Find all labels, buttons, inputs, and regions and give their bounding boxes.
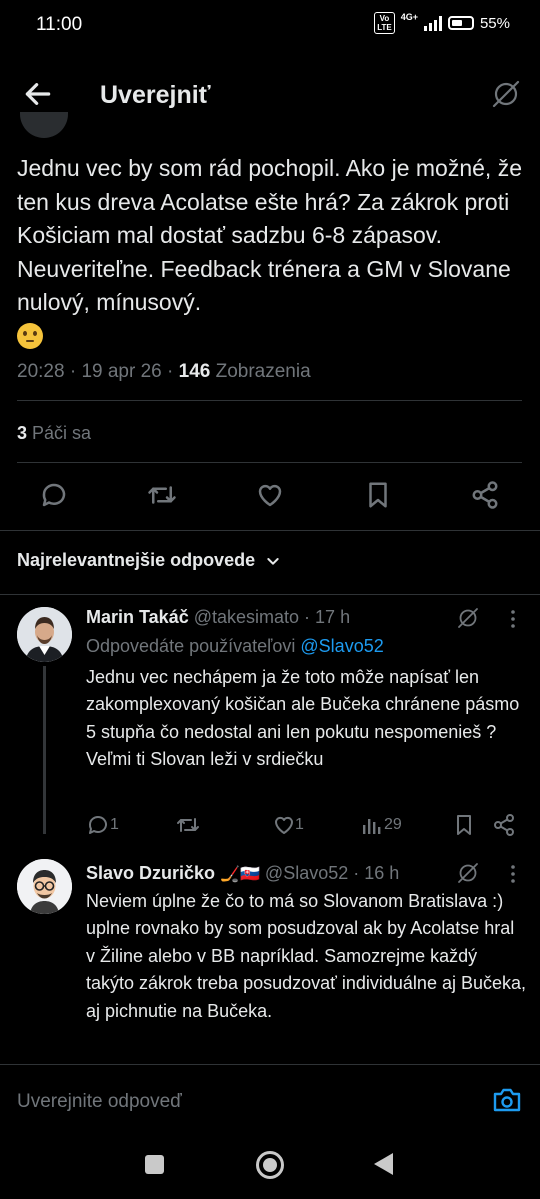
reply-header: Marin Takáč @takesimato · 17 h xyxy=(86,607,350,628)
tweet-date: 19 apr 26 xyxy=(81,361,162,382)
reply-item[interactable]: Marin Takáč @takesimato · 17 h Odpovedát… xyxy=(0,594,540,854)
status-time: 11:00 xyxy=(36,14,83,35)
battery-icon xyxy=(447,16,474,30)
battery-percent: 55% xyxy=(479,14,510,32)
network-type: 4G+ xyxy=(400,12,418,22)
divider xyxy=(17,400,522,401)
share-icon[interactable] xyxy=(492,813,516,837)
repost-icon[interactable] xyxy=(176,813,200,837)
signal-icon xyxy=(423,15,442,31)
grok-icon[interactable] xyxy=(456,861,480,885)
likes-count: 3 xyxy=(17,423,28,443)
like-icon[interactable] xyxy=(272,813,296,837)
share-icon[interactable] xyxy=(470,480,500,510)
page-title: Uverejniť xyxy=(100,81,211,109)
reply-icon[interactable] xyxy=(39,480,69,510)
bookmark-icon[interactable] xyxy=(363,480,393,510)
likes-summary[interactable]: 3 Páči sa xyxy=(17,423,91,444)
volte-icon: Vo LTE xyxy=(374,12,395,34)
views-icon[interactable] xyxy=(360,813,384,837)
reply-count: 1 xyxy=(110,816,119,833)
app-header: Uverejniť xyxy=(0,52,540,138)
replies-sort-dropdown[interactable]: Najrelevantnejšie odpovede xyxy=(17,550,281,571)
grok-icon[interactable] xyxy=(490,78,522,110)
tweet-body: Jednu vec by som rád pochopil. Ako je mo… xyxy=(17,155,523,315)
replying-to-handle[interactable]: @Slavo52 xyxy=(300,636,383,656)
status-bar: 11:00 Vo LTE 4G+ 55% xyxy=(0,0,540,52)
views-count: 146 xyxy=(178,361,211,382)
author-handle-time[interactable]: @Slavo52 · 16 h xyxy=(265,863,399,883)
views-count: 29 xyxy=(384,816,402,833)
author-name[interactable]: Slavo Dzuričko xyxy=(86,863,215,883)
reply-text: Neviem úplne že čo to má so Slovanom Bra… xyxy=(86,891,527,1021)
author-name[interactable]: Marin Takáč xyxy=(86,607,189,627)
reply-header: Slavo Dzuričko 🏒🇸🇰 @Slavo52 · 16 h xyxy=(86,863,399,884)
like-icon[interactable] xyxy=(255,480,285,510)
home-button[interactable] xyxy=(256,1151,284,1179)
bookmark-icon[interactable] xyxy=(452,813,476,837)
thread-connector-line xyxy=(43,666,46,834)
avatar[interactable] xyxy=(17,607,72,662)
reply-composer[interactable]: Uverejnite odpoveď xyxy=(0,1064,540,1128)
avatar[interactable] xyxy=(17,859,72,914)
reply-input-placeholder[interactable]: Uverejnite odpoveď xyxy=(17,1091,182,1113)
recents-button[interactable] xyxy=(145,1155,164,1174)
back-arrow-icon[interactable] xyxy=(22,78,54,110)
more-options-icon[interactable] xyxy=(501,862,525,886)
tweet-time: 20:28 xyxy=(17,361,65,382)
like-count: 1 xyxy=(295,816,304,833)
divider xyxy=(0,530,540,531)
chevron-down-icon xyxy=(267,557,279,565)
author-handle-time[interactable]: @takesimato · 17 h xyxy=(194,607,350,627)
author-name-emoji: 🏒🇸🇰 xyxy=(220,866,260,883)
tweet-meta: 20:28 · 19 apr 26 · 146 Zobrazenia xyxy=(17,361,311,382)
status-icons: Vo LTE 4G+ 55% xyxy=(374,12,510,34)
reply-icon[interactable] xyxy=(86,813,110,837)
tweet-text: Jednu vec by som rád pochopil. Ako je mo… xyxy=(17,152,527,353)
replying-prefix: Odpovedáte používateľovi xyxy=(86,636,296,656)
reply-item[interactable]: Slavo Dzuričko 🏒🇸🇰 @Slavo52 · 16 h Nevie… xyxy=(0,854,540,1064)
divider xyxy=(17,462,522,463)
author-avatar-peek[interactable] xyxy=(20,112,68,138)
likes-label: Páči sa xyxy=(32,423,92,443)
sort-label: Najrelevantnejšie odpovede xyxy=(17,550,256,570)
system-back-button[interactable] xyxy=(374,1153,393,1175)
repost-icon[interactable] xyxy=(147,480,177,510)
tweet-actions xyxy=(0,480,540,512)
camera-icon[interactable] xyxy=(492,1087,522,1113)
reply-text: Jednu vec nechápem ja že toto môže napís… xyxy=(86,667,520,770)
replying-to: Odpovedáte používateľovi @Slavo52 xyxy=(86,636,384,657)
views-label: Zobrazenia xyxy=(215,361,311,382)
more-options-icon[interactable] xyxy=(501,607,525,631)
grok-icon[interactable] xyxy=(456,606,480,630)
system-nav-bar xyxy=(0,1128,540,1199)
thinking-face-emoji-icon xyxy=(17,322,43,349)
